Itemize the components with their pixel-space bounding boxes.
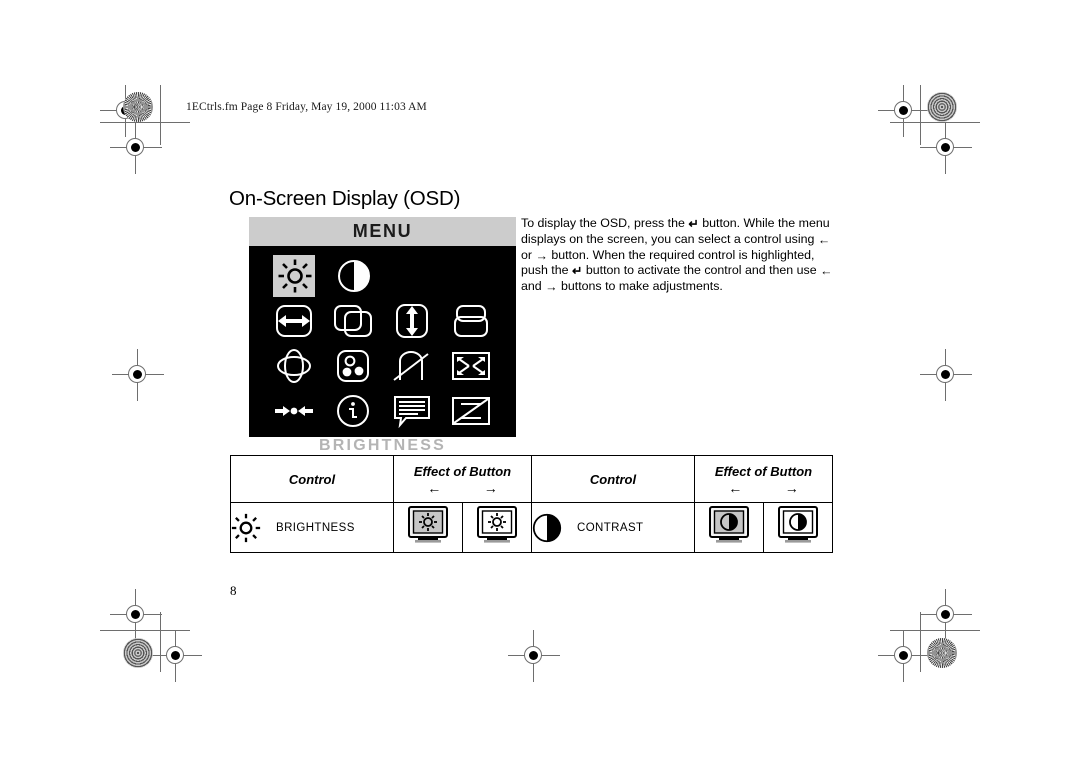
effect-cell-contrast-right	[763, 502, 833, 553]
trim-line-top-right	[890, 122, 980, 123]
osd-language-icon	[393, 395, 430, 428]
left-arrow-icon: ←	[820, 264, 833, 279]
osd-icon-row	[265, 343, 500, 388]
contrast-icon	[337, 259, 370, 292]
monitor-low-contrast-icon	[709, 506, 749, 543]
vertical-size-icon	[395, 303, 428, 338]
registration-mark-mid-right	[920, 349, 972, 401]
osd-title-label: MENU	[352, 221, 413, 241]
osd-degauss-icon-cell[interactable]	[265, 388, 324, 433]
control-cell-brightness: BRIGHTNESS	[230, 502, 394, 553]
trim-line-vertical-right	[920, 85, 921, 145]
trim-line-vertical-left	[160, 85, 161, 145]
contrast-icon	[532, 513, 562, 542]
pincushion-icon	[277, 348, 312, 383]
osd-horizontal-size-icon-cell[interactable]	[265, 298, 324, 343]
effect-cell-contrast-left	[694, 502, 764, 553]
instructions-segment: buttons to make adjustments.	[560, 278, 723, 293]
monitor-bright-icon	[477, 506, 517, 543]
header-right-arrow-icon: →	[784, 480, 799, 496]
information-icon	[337, 394, 370, 427]
table-header-row: Control Effect of Button ← → Control Eff…	[230, 455, 833, 503]
registration-mark-bottom-left	[150, 630, 202, 682]
trim-line-vertical-right-bottom	[920, 612, 921, 672]
registration-mark-mid-left	[112, 349, 164, 401]
degauss-icon	[275, 405, 314, 416]
vertical-position-icon	[453, 304, 488, 337]
horizontal-size-icon	[276, 304, 313, 337]
brightness-icon	[278, 259, 311, 292]
monitor-high-contrast-icon	[778, 506, 818, 543]
osd-information-icon-cell[interactable]	[324, 388, 383, 433]
tilt-icon	[393, 350, 429, 381]
color-bar-dot-top-left	[123, 92, 153, 122]
osd-menu-panel: MENU BRIGHTNESS	[249, 217, 516, 454]
registration-mark-bottom-right	[878, 630, 930, 682]
osd-brightness-icon-cell[interactable]	[265, 253, 324, 298]
header-left-arrow-icon: ←	[728, 480, 743, 496]
osd-vertical-position-icon-cell[interactable]	[441, 298, 500, 343]
trim-line-bottom-right	[890, 630, 980, 631]
control-table: Control Effect of Button ← → Control Eff…	[230, 455, 833, 553]
osd-zoom-icon-cell[interactable]	[441, 343, 500, 388]
osd-contrast-icon-cell[interactable]	[324, 253, 383, 298]
page-title: On-Screen Display (OSD)	[229, 186, 461, 210]
control-name: BRIGHTNESS	[276, 521, 355, 534]
enter-key-icon: ↵	[572, 264, 583, 279]
right-arrow-icon: →	[535, 248, 548, 263]
right-arrow-icon: →	[545, 279, 558, 294]
header-left-arrow-icon: ←	[427, 480, 442, 496]
osd-color-temperature-icon-cell[interactable]	[324, 343, 383, 388]
header-right-arrow-icon: →	[483, 480, 498, 496]
registration-mark-bottom-center	[508, 630, 560, 682]
moire-icon	[451, 396, 490, 425]
effect-cell-brightness-right	[462, 502, 532, 553]
header-effect-title: Effect of Button	[413, 464, 512, 479]
osd-instructions: To display the OSD, press the ↵ button. …	[521, 216, 833, 294]
osd-title-bar: MENU	[249, 217, 516, 247]
trim-line-top	[100, 122, 190, 123]
monitor-dim-icon	[408, 506, 448, 543]
registration-mark-top-left-lower	[110, 122, 162, 174]
trim-line-bottom-left	[100, 630, 190, 631]
osd-moire-icon-cell[interactable]	[441, 388, 500, 433]
osd-icon-row	[265, 388, 500, 433]
osd-selected-control-label: BRIGHTNESS	[319, 437, 446, 454]
left-arrow-icon: ←	[817, 232, 831, 247]
header-control-left: Control	[230, 455, 394, 503]
header-effect-right: Effect of Button ← →	[694, 455, 833, 503]
trim-line-vertical-left-bottom	[160, 612, 161, 672]
control-name: CONTRAST	[577, 521, 644, 534]
instructions-segment: or	[521, 247, 533, 262]
zoom-icon	[451, 351, 490, 380]
osd-icon-row	[265, 253, 500, 298]
brightness-icon	[231, 513, 261, 542]
osd-icon-grid	[249, 247, 516, 433]
file-header: 1ECtrls.fm Page 8 Friday, May 19, 2000 1…	[186, 101, 427, 113]
osd-horizontal-position-icon-cell[interactable]	[324, 298, 383, 343]
effect-cell-brightness-left	[393, 502, 463, 553]
instructions-segment: and	[521, 278, 542, 293]
table-row: BRIGHTNESS CONTRAST	[230, 502, 833, 553]
horizontal-position-icon	[334, 304, 373, 337]
color-temperature-icon	[337, 349, 370, 382]
header-effect-title: Effect of Button	[714, 464, 813, 479]
header-control-right: Control	[531, 455, 695, 503]
header-effect-left: Effect of Button ← →	[393, 455, 532, 503]
instructions-segment: To display the OSD, press the	[521, 216, 685, 231]
osd-tilt-icon-cell[interactable]	[383, 343, 442, 388]
osd-pincushion-icon-cell[interactable]	[265, 343, 324, 388]
instructions-segment: button to activate the control and then …	[585, 263, 817, 278]
color-bar-dot-bottom-right	[927, 638, 957, 668]
page-number: 8	[230, 583, 237, 598]
registration-mark-top-right-lower	[920, 122, 972, 174]
color-bar-dot-bottom-left	[123, 638, 153, 668]
osd-language-icon-cell[interactable]	[383, 388, 442, 433]
enter-key-icon: ↵	[688, 217, 699, 232]
osd-vertical-size-icon-cell[interactable]	[383, 298, 442, 343]
osd-icon-row	[265, 298, 500, 343]
color-bar-dot-top-right	[927, 92, 957, 122]
control-cell-contrast: CONTRAST	[531, 502, 695, 553]
